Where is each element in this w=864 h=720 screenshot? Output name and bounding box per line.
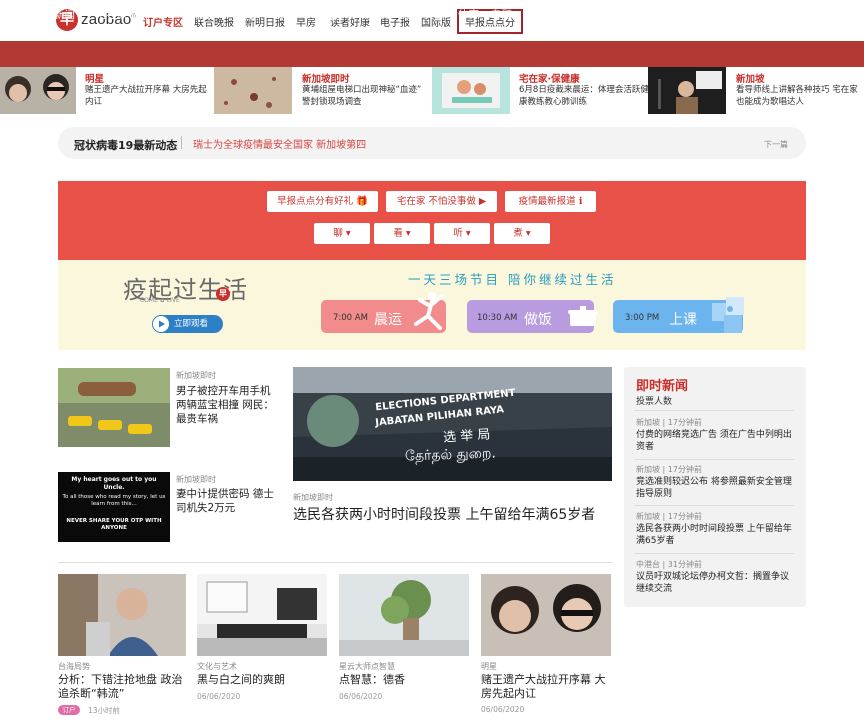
article-thumb-plant[interactable] (339, 574, 469, 656)
article-thumb-cars[interactable] (58, 368, 170, 447)
rail-item-meta: 中港台 | 31分钟前 (636, 560, 702, 569)
feature-headline[interactable]: 选民各获两小时时间段投票 上午留给年满65岁者 (293, 506, 609, 525)
otp-text-line1: My heart goes out to you Uncle. (71, 476, 157, 491)
article-category[interactable]: 新加坡即时 (176, 474, 216, 485)
slot-morning-name: 晨运 (374, 312, 402, 328)
rail-item-text[interactable]: 竞选准则较迟公布 将参照最新安全管理指导原则 (636, 476, 794, 500)
article-category[interactable]: 明星 (481, 661, 497, 672)
nav-interactive[interactable]: 互动新闻 (525, 7, 567, 22)
article-date: 13小时前 (88, 706, 121, 715)
nav-stay-home[interactable]: 宅在家·做什么？ ▾ (96, 7, 181, 22)
nav-news[interactable]: 新闻 ▾ (54, 7, 84, 22)
rail-divider (634, 505, 794, 506)
covid-news-button[interactable]: 疫情最新报道 ℹ (505, 191, 596, 212)
article-category[interactable]: 星云大师点智慧 (339, 661, 395, 672)
strip-title-2[interactable]: 新加坡即时 (302, 71, 350, 85)
nav-lifestyle[interactable]: 生活 ▾ (317, 7, 347, 22)
strip-desc-3[interactable]: 6月8日疫截来晨运：体理会活跃健康教练教心肺训练 (519, 84, 649, 108)
article-thumb-politician[interactable] (58, 574, 186, 656)
listen-dropdown[interactable]: 听 ▾ (434, 223, 490, 244)
section-divider (58, 562, 612, 563)
sign-line-3: 选 举 局 (442, 427, 491, 446)
watch-dropdown[interactable]: 看 ▾ (374, 223, 430, 244)
rail-item-text[interactable]: 付费的网络竞选广告 须在广告中列明出资者 (636, 429, 794, 453)
nav-sports[interactable]: 体育 (458, 7, 479, 22)
slot-cooking-time: 10:30 AM (477, 313, 518, 323)
rail-divider (634, 410, 794, 411)
otp-text-line3: NEVER SHARE YOUR OTP WITH ANYONE (66, 518, 162, 531)
play-icon[interactable] (153, 316, 169, 332)
nav-entertainment[interactable]: 娱乐 ▾ (276, 7, 306, 22)
yoga-figure-icon (414, 292, 444, 330)
strip-thumb-singing[interactable] (648, 67, 726, 114)
covid-ticker-link[interactable]: 瑞士为全球疫情最安全国家 新加坡第四 (193, 136, 366, 151)
article-headline[interactable]: 黑与白之间的爽朗 (197, 673, 329, 687)
article-category[interactable]: 新加坡即时 (176, 370, 216, 381)
article-headline[interactable]: 男子被控开车用手机 两辆蓝宝相撞 网民：最贵车祸 (176, 384, 284, 426)
strip-title-3[interactable]: 宅在家·保健康 (519, 71, 580, 85)
rail-item-meta: 新加坡 | 17分钟前 (636, 418, 702, 427)
article-date: 06/06/2020 (197, 692, 241, 701)
feature-image[interactable]: ELECTIONS DEPARTMENT JABATAN PILIHAN RAY… (293, 367, 612, 481)
article-category[interactable]: 台海局势 (58, 661, 90, 672)
main-nav (0, 41, 864, 67)
rail-title[interactable]: 即时新闻 (636, 375, 688, 394)
rail-divider (634, 553, 794, 554)
slot-cooking-name: 做饭 (524, 312, 552, 328)
article-category[interactable]: 文化与艺术 (197, 661, 237, 672)
strip-thumb-star[interactable] (0, 67, 76, 114)
banner-logo-icon: 早 (216, 287, 230, 301)
slot-class-name: 上课 (669, 312, 697, 328)
strip-desc-4[interactable]: 看导师线上讲解各种技巧 宅在家也能成为歌唱达人 (736, 84, 864, 108)
rail-item-text[interactable]: 议员吁双城论坛停办柯文哲：搁置争议 继续交流 (636, 571, 794, 595)
sign-line-4: தேர்தல் துறை. (404, 445, 497, 465)
rail-subtitle[interactable]: 投票人数 (636, 394, 672, 407)
covid-next-button[interactable]: 下一篇 (764, 139, 788, 150)
banner-slogan: 一天三场节目 陪你继续过生活 (408, 272, 617, 287)
article-headline[interactable]: 点智慧：德香 (339, 673, 471, 687)
covid-divider (181, 136, 182, 149)
points-gift-button[interactable]: 早报点点分有好礼 🎁 (267, 191, 378, 212)
strip-thumb-health[interactable] (432, 67, 510, 114)
article-headline[interactable]: 妻中计提供密码 德士司机失2万元 (176, 487, 284, 515)
strip-title-4[interactable]: 新加坡 (736, 71, 765, 85)
strip-desc-2[interactable]: 黄埔组屋电梯口出现神秘“血迹” 警封锁现场调查 (302, 84, 432, 108)
nav-finance[interactable]: 财经 ▾ (193, 7, 223, 22)
article-date: 06/06/2020 (481, 705, 525, 714)
nav-podcast[interactable]: 早报播客 (578, 7, 620, 22)
puzzle-icon (712, 297, 744, 333)
article-thumb-star[interactable] (481, 574, 611, 656)
article-thumb-interior[interactable] (197, 574, 327, 656)
stay-home-button[interactable]: 宅在家 不怕没事做 ▶ (386, 191, 497, 212)
article-thumb-otp[interactable]: My heart goes out to you Uncle. To all t… (58, 472, 170, 542)
chat-dropdown[interactable]: 聊 ▾ (314, 223, 370, 244)
slot-morning-time: 7:00 AM (333, 313, 368, 323)
rail-item-meta: 新加坡 | 17分钟前 (636, 465, 702, 474)
article-date: 06/06/2020 (339, 692, 383, 701)
strip-title-1[interactable]: 明星 (85, 71, 104, 85)
rail-item-meta: 新加坡 | 17分钟前 (636, 512, 702, 521)
nav-special[interactable]: 专题 (491, 7, 512, 22)
cook-dropdown[interactable]: 煮 ▾ (494, 223, 550, 244)
nav-opinion[interactable]: 言论 ▾ (234, 7, 264, 22)
nav-video[interactable]: 视频 ▾ (358, 7, 388, 22)
cooking-pot-icon (568, 306, 598, 326)
article-headline[interactable]: 赌王遗产大战拉开序幕 大房先起内讧 (481, 673, 613, 701)
banner-subtitle: COME ✿ LIVE (140, 297, 180, 304)
search-icon[interactable] (794, 6, 807, 19)
rail-item-text[interactable]: 选民各获两小时时间段投票 上午留给年满65岁者 (636, 523, 794, 547)
subscriber-badge: 订户 (58, 705, 80, 715)
otp-text-line2: To all those who read my story, let us l… (62, 494, 166, 507)
article-headline[interactable]: 分析：下错注抢地盘 政治追杀断“韩流” (58, 673, 190, 701)
strip-desc-1[interactable]: 赌王遗产大战拉开序幕 大房先起内讧 (85, 84, 215, 108)
covid-ticker-label[interactable]: 冠状病毒19最新动态 (74, 137, 177, 153)
strip-thumb-blood[interactable] (214, 67, 292, 114)
nav-health[interactable]: 保健/美容 (399, 7, 445, 22)
feature-category[interactable]: 新加坡即时 (293, 492, 333, 503)
slot-class-time: 3:00 PM (625, 313, 660, 323)
rail-divider (634, 459, 794, 460)
